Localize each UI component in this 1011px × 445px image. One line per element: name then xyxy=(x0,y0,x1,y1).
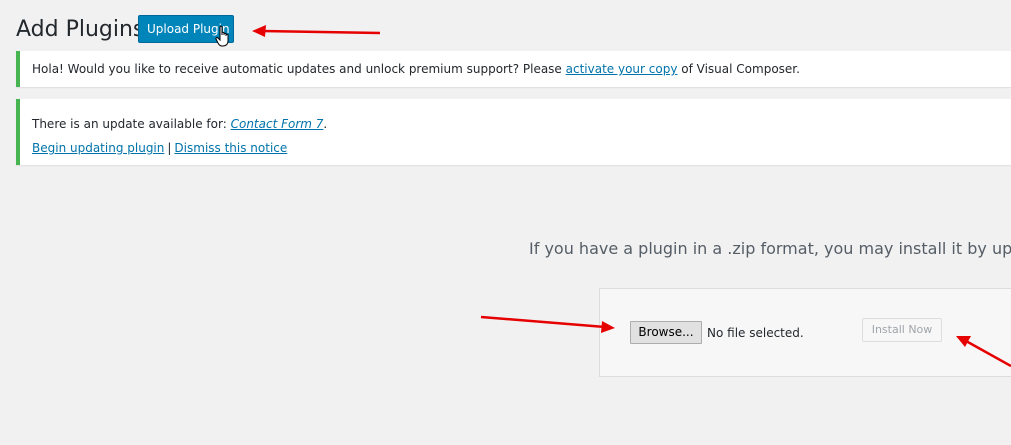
contact-form-7-link[interactable]: Contact Form 7 xyxy=(231,117,324,131)
visual-composer-notice: Hola! Would you like to receive automati… xyxy=(16,51,1011,87)
red-arrow-icon xyxy=(480,315,615,333)
activate-copy-link[interactable]: activate your copy xyxy=(566,62,678,76)
upload-instructions: If you have a plugin in a .zip format, y… xyxy=(529,239,1011,258)
update-notice-text-after: . xyxy=(323,117,328,131)
red-arrow-icon xyxy=(252,25,381,37)
update-notice-text: There is an update available for: Contac… xyxy=(32,116,999,132)
begin-updating-plugin-link[interactable]: Begin updating plugin xyxy=(32,141,164,155)
install-now-button[interactable]: Install Now xyxy=(862,318,942,342)
vc-notice-text-before: Hola! Would you like to receive automati… xyxy=(32,62,566,76)
upload-plugin-form: Browse... No file selected. Install Now xyxy=(599,288,1011,377)
update-notice-actions: Begin updating plugin | Dismiss this notic… xyxy=(32,140,999,156)
hand-pointer-icon xyxy=(215,25,229,47)
page-title: Add Plugins xyxy=(16,17,145,42)
update-notice-text-before: There is an update available for: xyxy=(32,117,231,131)
update-notice: There is an update available for: Contac… xyxy=(16,99,1011,165)
dismiss-notice-link[interactable]: Dismiss this notice xyxy=(174,141,287,155)
vc-notice-text-after: of Visual Composer. xyxy=(677,62,800,76)
link-separator: | xyxy=(167,141,172,155)
file-status-text: No file selected. xyxy=(707,326,804,340)
visual-composer-notice-text: Hola! Would you like to receive automati… xyxy=(32,61,999,77)
browse-file-button[interactable]: Browse... xyxy=(630,321,702,344)
